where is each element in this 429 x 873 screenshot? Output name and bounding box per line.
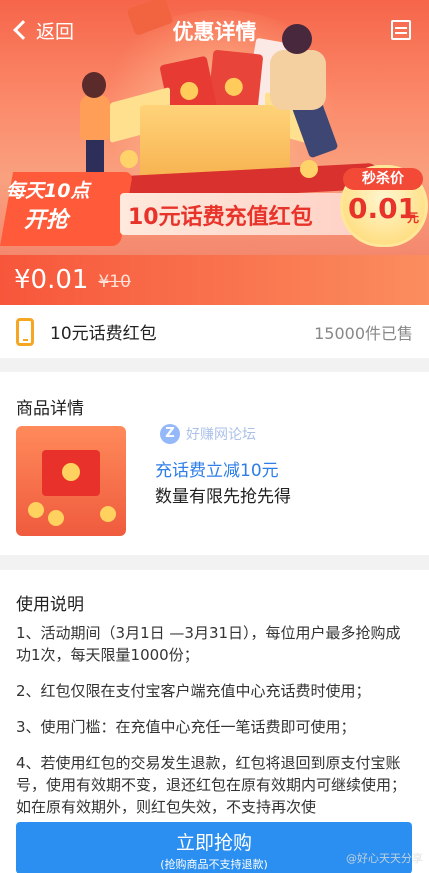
- flash-price-label: 秒杀价: [343, 168, 423, 190]
- coin-icon: [100, 506, 116, 522]
- sold-count: 15000件已售: [314, 323, 413, 343]
- product-details-section: 商品详情 Z 好赚网论坛 充话费立减10元 数量有限先抢先得: [0, 372, 429, 555]
- phone-icon: [16, 317, 34, 346]
- coin-decoration: [120, 150, 138, 168]
- person-left-illustration: [80, 95, 110, 140]
- original-price: ¥10: [98, 272, 131, 292]
- page-title: 优惠详情: [172, 20, 257, 44]
- flash-price-unit: 元: [407, 211, 420, 225]
- usage-item: 4、若使用红包的交易发生退款，红包将退回到原支付宝账号，使用有效期不变，退还红包…: [16, 754, 407, 816]
- current-price: ¥0.01: [14, 265, 89, 295]
- menu-icon[interactable]: [391, 20, 411, 40]
- forum-logo-icon: Z: [160, 424, 180, 444]
- forum-watermark: Z 好赚网论坛: [160, 424, 256, 444]
- coin-decoration: [300, 160, 318, 178]
- coin-icon: [48, 510, 64, 526]
- promo-tag-start: 开抢: [24, 208, 69, 233]
- promo-tag-time: 每天10点: [6, 180, 90, 202]
- usage-item: 2、红包仅限在支付宝客户端充值中心充话费时使用；: [16, 682, 371, 700]
- navigation-bar: 返回 优惠详情: [0, 0, 429, 60]
- usage-title: 使用说明: [16, 595, 84, 615]
- price-bar: ¥0.01 ¥10: [0, 255, 429, 305]
- usage-item: 3、使用门槛：在充值中心充任一笔话费即可使用；: [16, 718, 356, 736]
- product-row: 10元话费红包 15000件已售: [0, 305, 429, 358]
- detail-highlight: 充话费立减10元: [155, 461, 279, 481]
- product-name: 10元话费红包: [50, 324, 157, 344]
- detail-note: 数量有限先抢先得: [155, 487, 291, 507]
- person-left-head: [82, 72, 106, 98]
- product-thumbnail: [16, 426, 126, 536]
- red-envelope-icon: [42, 450, 100, 496]
- coin-icon: [28, 502, 44, 518]
- details-title: 商品详情: [16, 399, 84, 419]
- weibo-watermark: @好心天天分享: [346, 852, 423, 865]
- usage-item: 1、活动期间（3月1日 —3月31日），每位用户最多抢购成功1次，每天限量100…: [16, 624, 401, 664]
- forum-watermark-text: 好赚网论坛: [186, 427, 256, 443]
- banner-title: 10元话费充值红包: [128, 205, 313, 230]
